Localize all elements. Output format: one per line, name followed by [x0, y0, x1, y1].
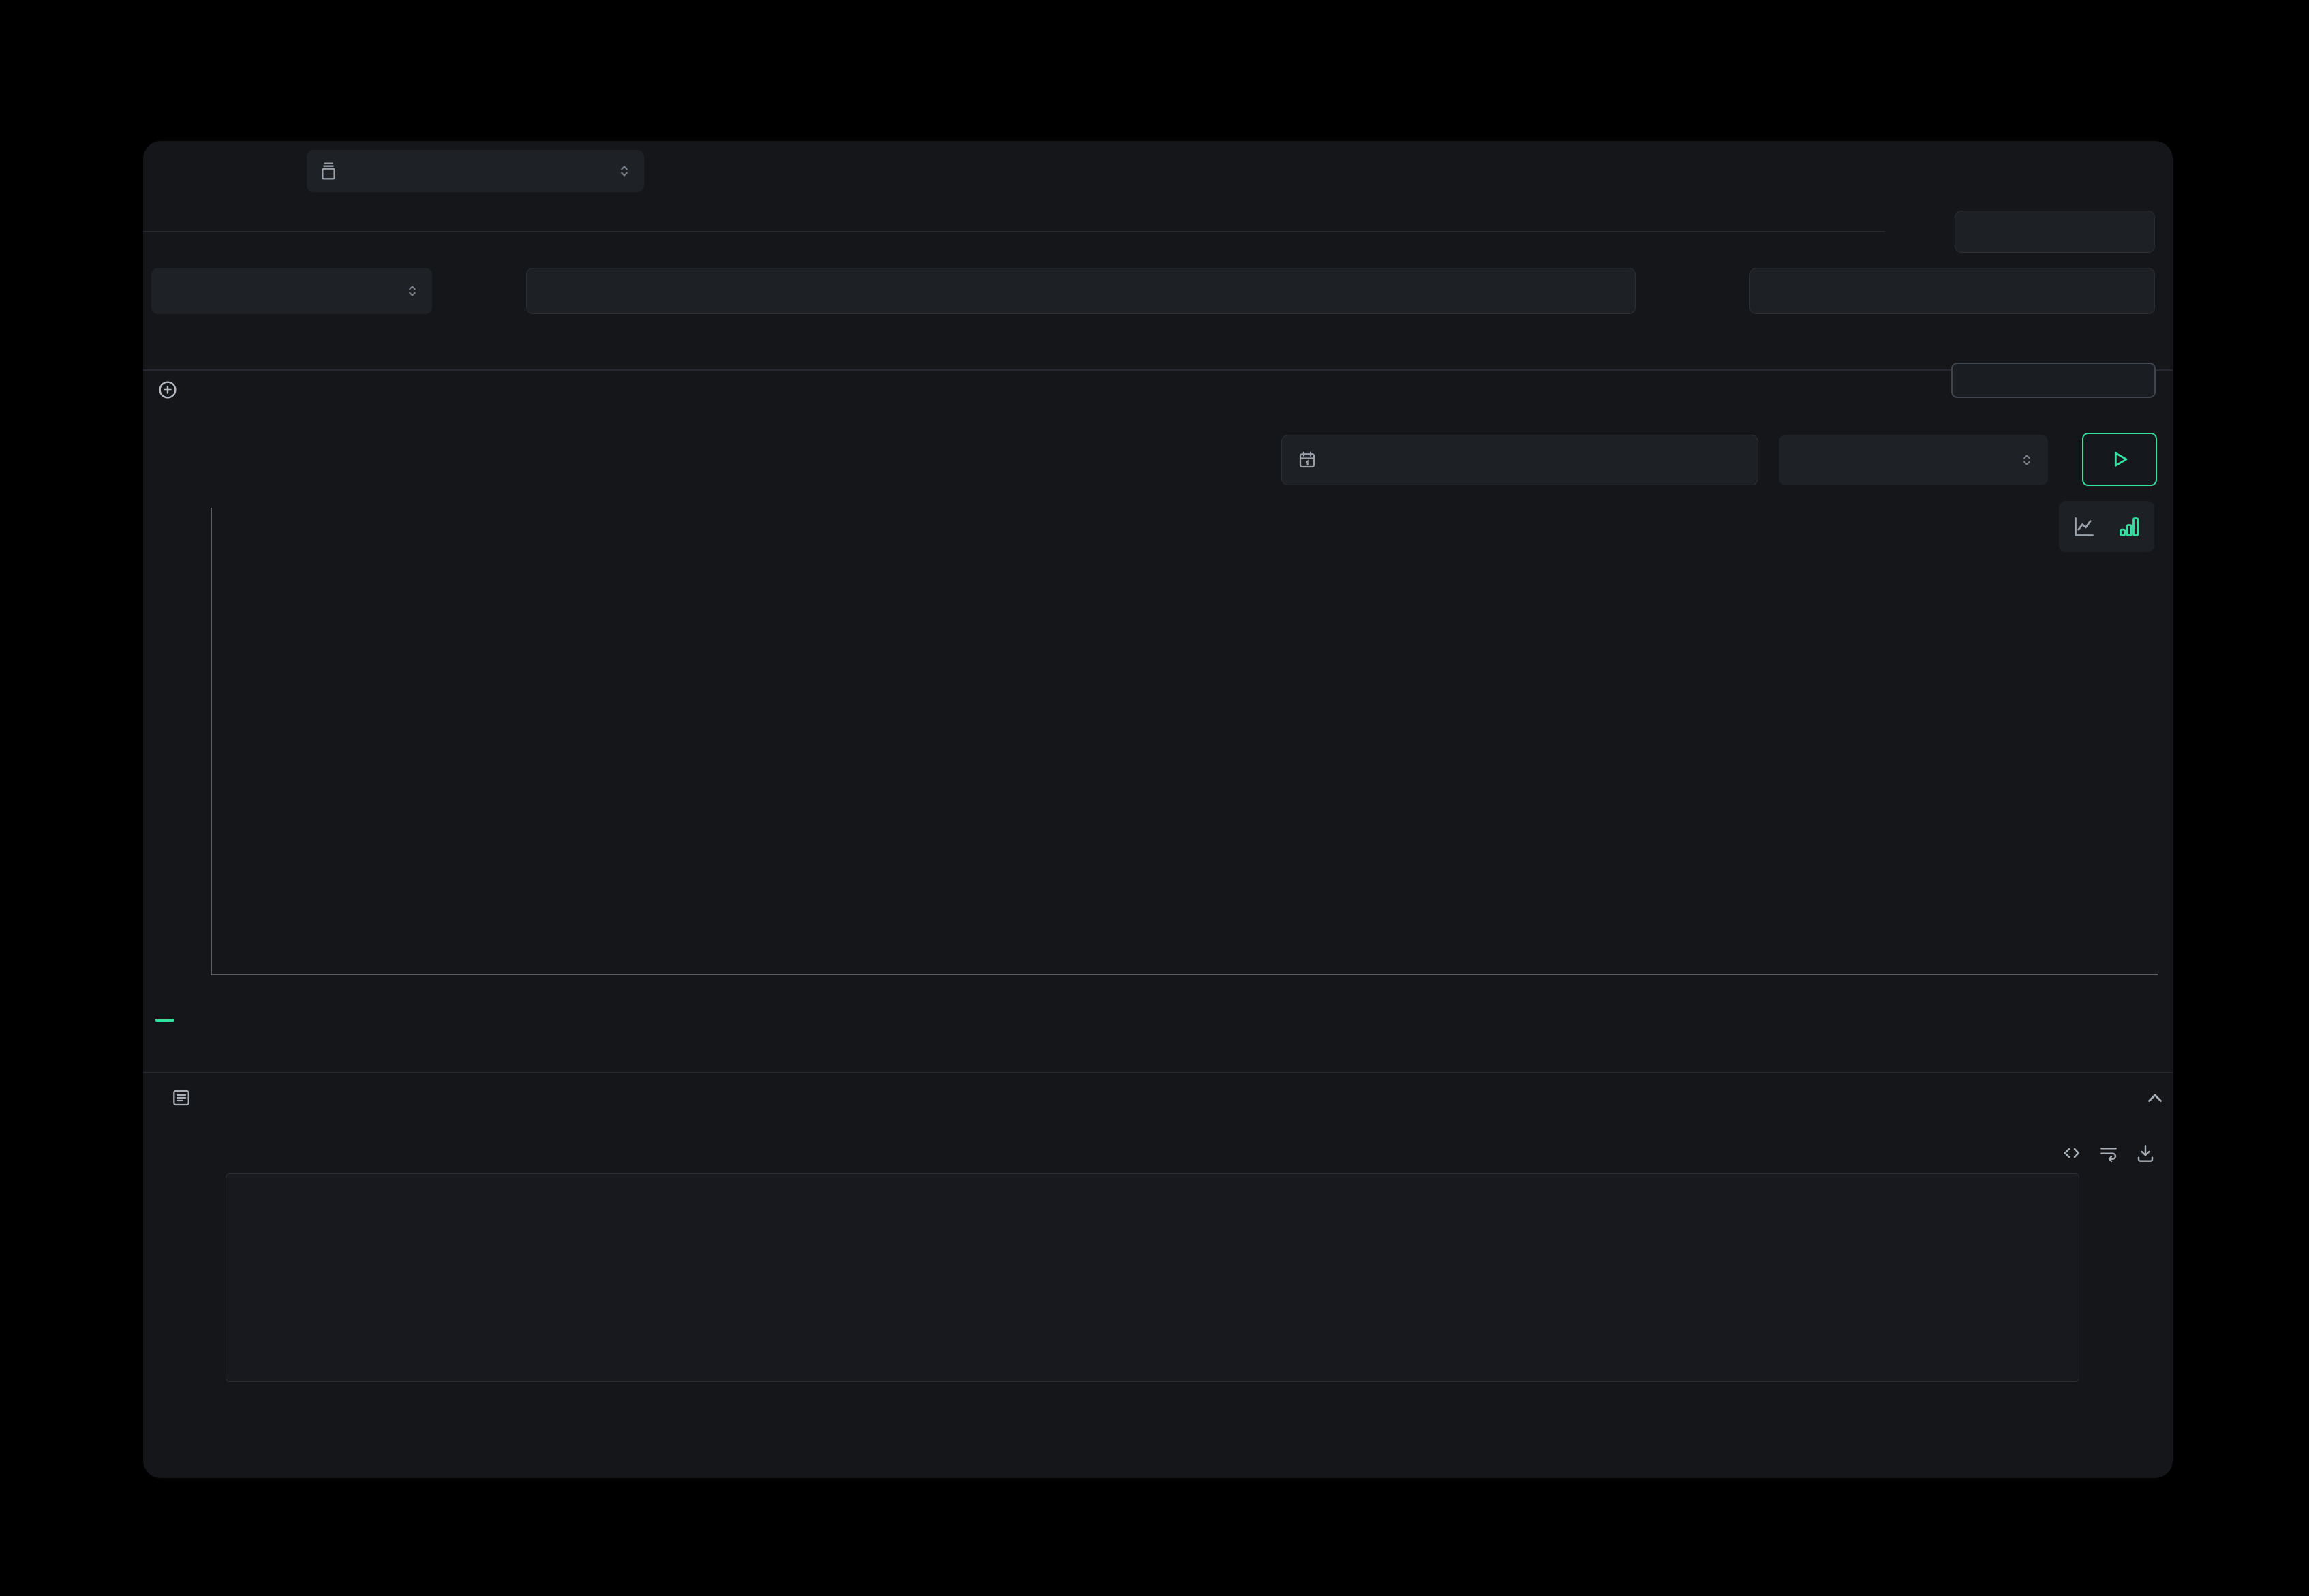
run-query-button[interactable] — [2082, 433, 2157, 486]
x-axis — [211, 974, 2158, 975]
expanded-event-attributes-panel — [226, 1173, 2079, 1382]
alias-field — [1955, 211, 2155, 253]
code-icon[interactable] — [2061, 1142, 2083, 1164]
play-icon — [2108, 448, 2131, 471]
chart-legend — [155, 1019, 185, 1022]
search-input[interactable] — [542, 281, 1594, 302]
bar-chart-icon[interactable] — [2115, 513, 2143, 540]
chevron-updown-icon — [403, 282, 421, 300]
calendar-icon — [1297, 450, 1317, 470]
events-column-headers — [143, 1137, 2173, 1169]
search-field — [526, 268, 1636, 314]
add-series-button[interactable] — [157, 369, 189, 410]
query-builder-card — [143, 141, 2173, 1478]
events-divider — [143, 1072, 2173, 1073]
chevron-updown-icon — [2018, 451, 2036, 469]
screen — [0, 0, 2309, 1596]
logs-icon — [318, 160, 339, 182]
section-divider — [143, 369, 2173, 371]
chart-type-toolbar — [2059, 501, 2154, 552]
aggregate-select[interactable] — [151, 268, 432, 314]
legend-swatch — [155, 1019, 174, 1022]
alias-input[interactable] — [1968, 221, 2142, 243]
set-number-format-button[interactable] — [1951, 363, 2156, 398]
group-by-field — [1749, 268, 2155, 314]
bar-chart-plot — [211, 508, 2160, 974]
chevron-updown-icon — [615, 162, 633, 180]
wrap-text-icon[interactable] — [2098, 1142, 2120, 1164]
data-source-select[interactable] — [307, 150, 644, 192]
time-range-picker[interactable] — [1281, 435, 1758, 485]
granularity-select[interactable] — [1779, 435, 2048, 485]
plus-circle-icon — [157, 379, 179, 401]
events-header — [170, 1087, 207, 1109]
group-by-input[interactable] — [1762, 281, 2142, 302]
collapse-chevron-icon[interactable] — [2143, 1087, 2167, 1110]
table-toolbar — [2061, 1137, 2156, 1169]
alias-divider — [143, 231, 1885, 232]
line-chart-icon[interactable] — [2070, 513, 2098, 540]
event-list-icon — [170, 1087, 192, 1109]
download-icon[interactable] — [2135, 1142, 2156, 1164]
